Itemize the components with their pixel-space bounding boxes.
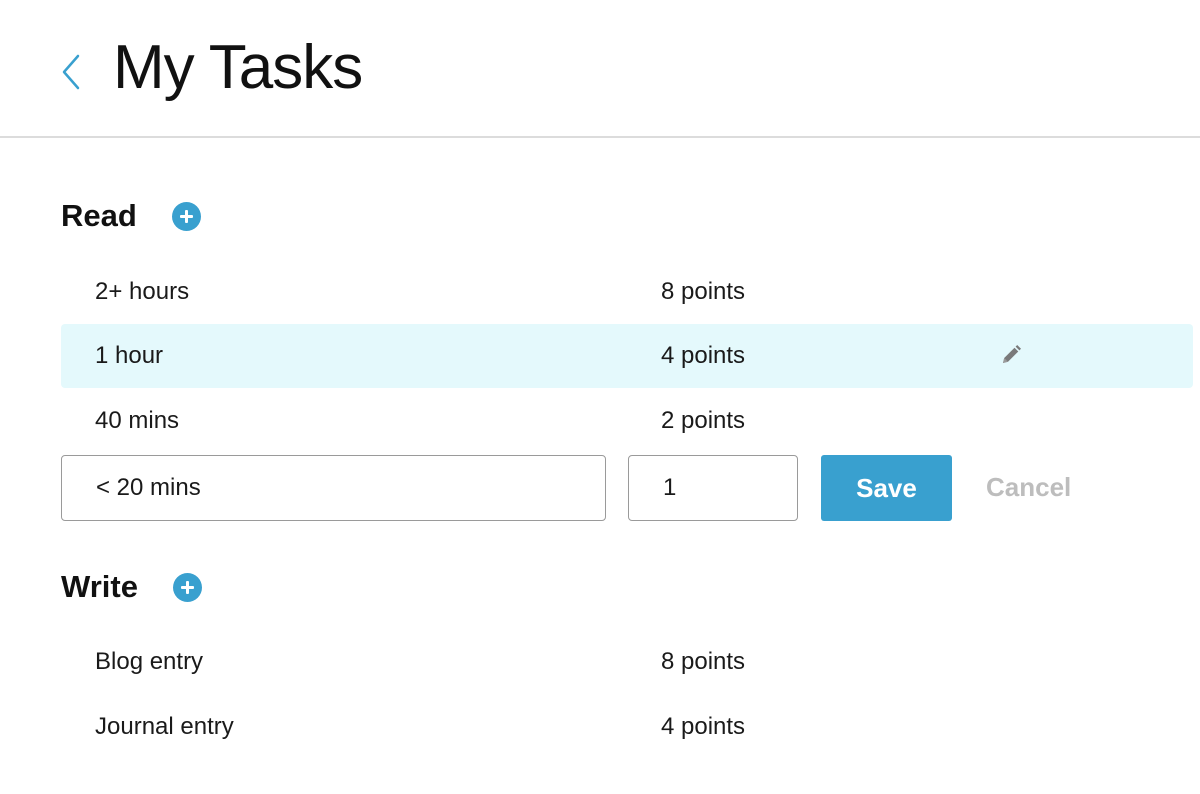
task-points-input[interactable]	[628, 455, 798, 521]
save-button[interactable]: Save	[821, 455, 952, 521]
task-name: Journal entry	[95, 713, 234, 740]
task-name-input[interactable]	[61, 455, 606, 521]
task-points: 8 points	[661, 278, 746, 305]
chevron-left-icon	[62, 54, 80, 90]
back-button[interactable]	[56, 50, 86, 94]
add-task-button[interactable]	[172, 572, 202, 602]
pencil-icon[interactable]	[999, 343, 1023, 367]
add-task-button[interactable]	[171, 201, 201, 231]
task-name: 1 hour	[95, 342, 164, 369]
section-title: Read	[61, 198, 137, 233]
task-row[interactable]: 40 mins 2 points	[61, 389, 1193, 453]
cancel-button[interactable]: Cancel	[986, 472, 1071, 503]
task-points: 2 points	[661, 407, 746, 434]
task-row[interactable]: Blog entry 8 points	[61, 630, 1193, 694]
task-row[interactable]: 2+ hours 8 points	[61, 260, 1193, 324]
task-row[interactable]: 1 hour 4 points	[61, 324, 1193, 388]
section-title: Write	[61, 569, 138, 604]
section-header-write: Write	[61, 567, 202, 607]
task-name: 2+ hours	[95, 278, 190, 305]
task-points: 4 points	[661, 713, 746, 740]
section-header-read: Read	[61, 196, 201, 236]
task-name: Blog entry	[95, 648, 204, 675]
task-points: 8 points	[661, 648, 746, 675]
page-title: My Tasks	[113, 33, 363, 102]
task-name: 40 mins	[95, 407, 180, 434]
header: My Tasks	[0, 0, 1200, 138]
task-row[interactable]: Journal entry 4 points	[61, 695, 1193, 759]
task-points: 4 points	[661, 342, 746, 369]
